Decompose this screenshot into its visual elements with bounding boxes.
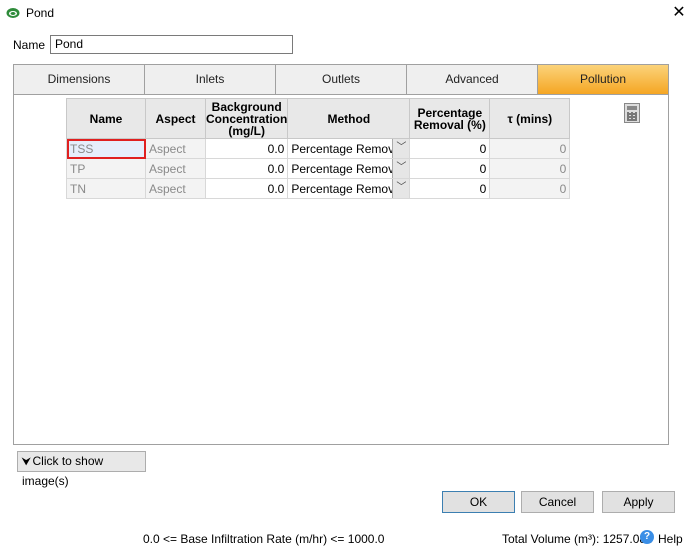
calculator-icon[interactable] xyxy=(624,103,640,123)
name-input[interactable]: Pond xyxy=(50,35,293,54)
tab-strip: Dimensions Inlets Outlets Advanced Pollu… xyxy=(13,64,669,95)
method-value: Percentage Removal xyxy=(291,141,404,156)
title-bar: Pond ✕ xyxy=(0,0,699,29)
aspect-cell: Aspect xyxy=(145,138,206,159)
tab-inlets[interactable]: Inlets xyxy=(145,65,276,94)
double-chevron-down-icon: ⮟ xyxy=(22,457,31,468)
method-value: Percentage Removal xyxy=(291,161,404,176)
col-header-aspect[interactable]: Aspect xyxy=(145,98,206,139)
col-header-name[interactable]: Name xyxy=(66,98,146,139)
apply-button[interactable]: Apply xyxy=(602,491,675,513)
pollution-panel: Name Aspect Background Concentration (mg… xyxy=(13,95,669,459)
tau-cell: 0 xyxy=(489,178,571,199)
removal-cell[interactable]: 0 xyxy=(409,138,491,159)
removal-cell[interactable]: 0 xyxy=(409,178,491,199)
help-icon[interactable]: ? xyxy=(640,530,654,544)
close-button[interactable]: ✕ xyxy=(659,0,699,28)
tau-cell: 0 xyxy=(489,138,571,159)
infiltration-range-text: 0.0 <= Base Infiltration Rate (m/hr) <= … xyxy=(143,532,385,546)
tau-cell: 0 xyxy=(489,158,571,179)
aspect-cell: Aspect xyxy=(145,178,206,199)
method-value: Percentage Removal xyxy=(291,181,404,196)
ok-button[interactable]: OK xyxy=(442,491,515,513)
chevron-down-icon[interactable]: ﹀ xyxy=(392,139,410,158)
pollutant-name-cell[interactable]: TSS xyxy=(66,138,146,159)
aspect-cell: Aspect xyxy=(145,158,206,179)
col-header-tau[interactable]: τ (mins) xyxy=(489,98,571,139)
tab-outlets[interactable]: Outlets xyxy=(276,65,407,94)
name-label: Name xyxy=(13,38,46,52)
col-header-background[interactable]: Background Concentration (mg/L) xyxy=(204,98,289,139)
table-row: TSS Aspect 0.0 Percentage Removal ﹀ 0 0 xyxy=(66,138,571,159)
chevron-down-icon[interactable]: ﹀ xyxy=(392,159,410,178)
method-select[interactable]: Percentage Removal ﹀ xyxy=(287,158,411,179)
total-volume-text: Total Volume (m³): 1257.083 xyxy=(502,532,653,546)
help-link[interactable]: Help xyxy=(658,532,683,546)
tab-advanced[interactable]: Advanced xyxy=(407,65,538,94)
cancel-button[interactable]: Cancel xyxy=(521,491,594,513)
method-select[interactable]: Percentage Removal ﹀ xyxy=(287,138,411,159)
background-cell[interactable]: 0.0 xyxy=(204,178,289,199)
method-select[interactable]: Percentage Removal ﹀ xyxy=(287,178,411,199)
show-images-button[interactable]: ⮟ Click to show image(s) xyxy=(17,451,146,488)
background-cell[interactable]: 0.0 xyxy=(204,138,289,159)
show-images-label: Click to show image(s) xyxy=(22,454,104,488)
background-cell[interactable]: 0.0 xyxy=(204,158,289,179)
tab-dimensions[interactable]: Dimensions xyxy=(14,65,145,94)
window-title: Pond xyxy=(26,6,55,20)
col-header-method[interactable]: Method xyxy=(287,98,411,139)
tab-pollution[interactable]: Pollution xyxy=(538,65,668,94)
calculator-screen xyxy=(627,106,637,110)
removal-cell[interactable]: 0 xyxy=(409,158,491,179)
pollutant-table: Name Aspect Background Concentration (mg… xyxy=(66,98,571,199)
pollutant-name-cell[interactable]: TP xyxy=(66,158,146,179)
pollutant-name-cell[interactable]: TN xyxy=(66,178,146,199)
chevron-down-icon[interactable]: ﹀ xyxy=(392,179,410,198)
calculator-keys xyxy=(627,112,637,121)
table-row: TP Aspect 0.0 Percentage Removal ﹀ 0 0 xyxy=(66,158,571,179)
col-header-removal[interactable]: Percentage Removal (%) xyxy=(409,98,491,139)
pond-app-icon xyxy=(6,8,20,18)
table-row: TN Aspect 0.0 Percentage Removal ﹀ 0 0 xyxy=(66,178,571,199)
